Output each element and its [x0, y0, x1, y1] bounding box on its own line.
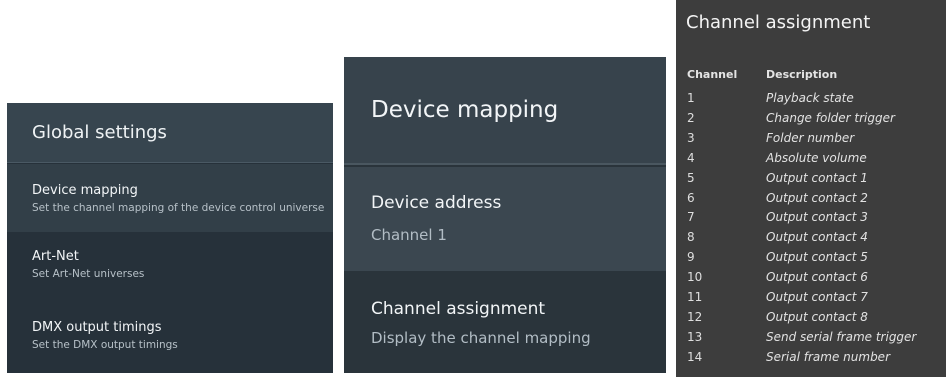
channel-assignment-panel: Channel assignment Channel Description 1… [676, 0, 946, 377]
page-title: Channel assignment [686, 12, 871, 33]
table-row: 2 Change folder trigger [676, 111, 946, 131]
channel-number: 13 [687, 329, 703, 344]
channel-description: Send serial frame trigger [766, 329, 917, 344]
channel-number: 2 [687, 110, 695, 125]
channel-number: 9 [687, 250, 695, 265]
channel-description: Output contact 6 [766, 270, 868, 285]
menu-item-title: Channel assignment [371, 299, 546, 319]
menu-item-subtitle: Set the DMX output timings [32, 339, 178, 351]
channel-number: 1 [687, 91, 695, 105]
global-settings-panel: Global settings Device mapping Set the c… [7, 103, 333, 373]
channel-description: Output contact 4 [766, 230, 868, 245]
channel-number: 6 [687, 190, 695, 205]
page-title: Global settings [32, 122, 167, 143]
menu-item-subtitle: Display the channel mapping [371, 329, 591, 347]
menu-item-art-net[interactable]: Art-Net Set Art-Net universes [7, 232, 333, 300]
table-row: 10 Output contact 6 [676, 270, 946, 290]
device-mapping-header: Device mapping [344, 57, 666, 165]
menu-item-device-mapping[interactable]: Device mapping Set the channel mapping o… [7, 164, 333, 232]
channel-number: 10 [687, 270, 703, 285]
device-mapping-panel: Device mapping Device address Channel 1 … [344, 57, 666, 373]
channel-description: Playback state [766, 91, 854, 105]
channel-number: 3 [687, 130, 695, 145]
channel-number: 4 [687, 150, 695, 165]
menu-item-subtitle: Set the channel mapping of the device co… [32, 202, 325, 214]
table-row: 7 Output contact 3 [676, 210, 946, 230]
menu-item-title: Device mapping [32, 183, 138, 198]
menu-item-title: Device address [371, 193, 502, 213]
channel-number: 14 [687, 349, 703, 364]
menu-item-device-address[interactable]: Device address Channel 1 [344, 167, 666, 271]
table-row: 13 Send serial frame trigger [676, 330, 946, 350]
menu-item-dmx-output-timings[interactable]: DMX output timings Set the DMX output ti… [7, 300, 333, 373]
channel-description: Output contact 2 [766, 190, 868, 205]
table-row: 6 Output contact 2 [676, 191, 946, 211]
channel-description: Absolute volume [766, 150, 867, 165]
menu-item-subtitle: Channel 1 [371, 226, 447, 244]
channel-description: Output contact 8 [766, 309, 868, 324]
column-header-description: Description [766, 68, 838, 81]
column-header-channel: Channel [687, 68, 738, 81]
channel-description: Output contact 3 [766, 210, 868, 225]
channel-description: Output contact 5 [766, 250, 868, 265]
channel-description: Output contact 1 [766, 170, 868, 185]
channel-number: 7 [687, 210, 695, 225]
table-row: 1 Playback state [676, 91, 946, 111]
table-row: 11 Output contact 7 [676, 290, 946, 310]
table-row: 3 Folder number [676, 131, 946, 151]
channel-number: 5 [687, 170, 695, 185]
channel-description: Output contact 7 [766, 290, 868, 304]
menu-item-title: DMX output timings [32, 320, 162, 335]
global-settings-header: Global settings [7, 103, 333, 163]
menu-item-channel-assignment[interactable]: Channel assignment Display the channel m… [344, 271, 666, 373]
menu-item-subtitle: Set Art-Net universes [32, 268, 145, 280]
channel-description: Folder number [766, 130, 855, 145]
table-row: 5 Output contact 1 [676, 171, 946, 191]
channel-number: 8 [687, 230, 695, 245]
channel-number: 12 [687, 309, 703, 324]
page-title: Device mapping [371, 97, 559, 123]
table-row: 4 Absolute volume [676, 151, 946, 171]
channel-description: Serial frame number [766, 349, 891, 364]
table-row: 8 Output contact 4 [676, 230, 946, 250]
channel-description: Change folder trigger [766, 110, 895, 125]
table-row: 9 Output contact 5 [676, 250, 946, 270]
channel-number: 11 [687, 290, 703, 304]
table-row: 12 Output contact 8 [676, 310, 946, 330]
menu-item-title: Art-Net [32, 249, 79, 264]
table-row: 14 Serial frame number [676, 350, 946, 370]
